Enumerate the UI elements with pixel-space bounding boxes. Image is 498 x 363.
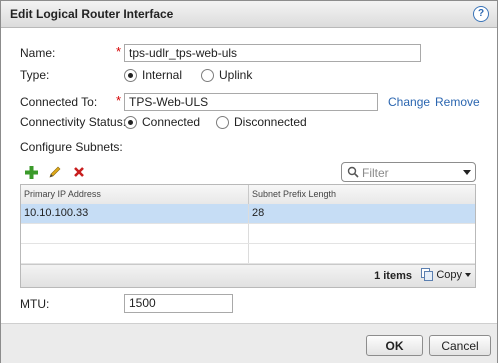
connected-to-field[interactable]: TPS-Web-ULS [124, 93, 378, 111]
connectivity-connected-label: Connected [142, 115, 201, 129]
cell-prefix: 28 [252, 207, 265, 219]
column-divider [248, 244, 249, 263]
dialog-titlebar: Edit Logical Router Interface ? [1, 1, 497, 28]
column-primary-ip[interactable]: Primary IP Address [24, 189, 101, 199]
grid-footer: 1 items Copy [21, 264, 475, 287]
change-link[interactable]: Change [388, 95, 430, 109]
configure-subnets-label: Configure Subnets: [20, 140, 123, 154]
mtu-label: MTU: [20, 297, 50, 311]
filter-placeholder: Filter [362, 166, 389, 180]
radio-unselected-icon [216, 115, 229, 129]
type-uplink-radio[interactable]: Uplink [201, 68, 252, 82]
connectivity-connected-radio[interactable]: Connected [124, 115, 200, 129]
column-divider [248, 185, 249, 204]
required-marker-name: * [116, 44, 122, 59]
type-internal-label: Internal [142, 68, 183, 82]
connected-to-label: Connected To: [20, 95, 98, 109]
type-uplink-label: Uplink [219, 68, 253, 82]
radio-unselected-icon [201, 68, 214, 82]
dialog-title: Edit Logical Router Interface [10, 7, 174, 21]
plus-icon[interactable] [25, 166, 38, 182]
copy-label: Copy [436, 268, 462, 281]
filter-input[interactable]: Filter [341, 162, 476, 182]
connectivity-disconnected-radio[interactable]: Disconnected [216, 115, 307, 129]
name-field[interactable]: tps-udlr_tps-web-uls [124, 44, 421, 62]
type-internal-radio[interactable]: Internal [124, 68, 182, 82]
delete-x-icon[interactable] [73, 166, 85, 181]
radio-selected-icon [124, 68, 137, 82]
copy-icon [421, 268, 434, 281]
connectivity-disconnected-label: Disconnected [234, 115, 307, 129]
edit-logical-router-interface-dialog: Edit Logical Router Interface ? Name: * … [0, 0, 498, 363]
ok-button[interactable]: OK [366, 335, 423, 356]
search-icon [347, 166, 359, 178]
empty-row [21, 224, 475, 244]
copy-button[interactable]: Copy [421, 268, 471, 281]
column-divider [248, 224, 249, 243]
connectivity-status-label: Connectivity Status: [20, 115, 127, 129]
cancel-button[interactable]: Cancel [429, 335, 491, 356]
mtu-field[interactable]: 1500 [124, 294, 233, 313]
type-label: Type: [20, 68, 50, 82]
empty-row [21, 244, 475, 264]
subnets-grid: Primary IP Address Subnet Prefix Length … [20, 184, 476, 288]
dialog-footer: OK Cancel [1, 323, 497, 363]
items-count: 1 items [374, 270, 412, 282]
help-icon[interactable]: ? [473, 6, 489, 22]
remove-link[interactable]: Remove [435, 95, 480, 109]
chevron-down-icon [465, 272, 471, 277]
column-divider [248, 204, 249, 223]
required-marker-connected-to: * [116, 93, 122, 108]
pencil-icon[interactable] [48, 166, 61, 182]
radio-selected-icon [124, 115, 137, 129]
name-label: Name: [20, 46, 56, 60]
cell-ip: 10.10.100.33 [24, 207, 89, 219]
column-subnet-prefix[interactable]: Subnet Prefix Length [252, 189, 336, 199]
table-row[interactable]: 10.10.100.33 28 [21, 204, 475, 224]
filter-dropdown-icon[interactable] [463, 170, 471, 175]
grid-header: Primary IP Address Subnet Prefix Length [21, 185, 475, 205]
